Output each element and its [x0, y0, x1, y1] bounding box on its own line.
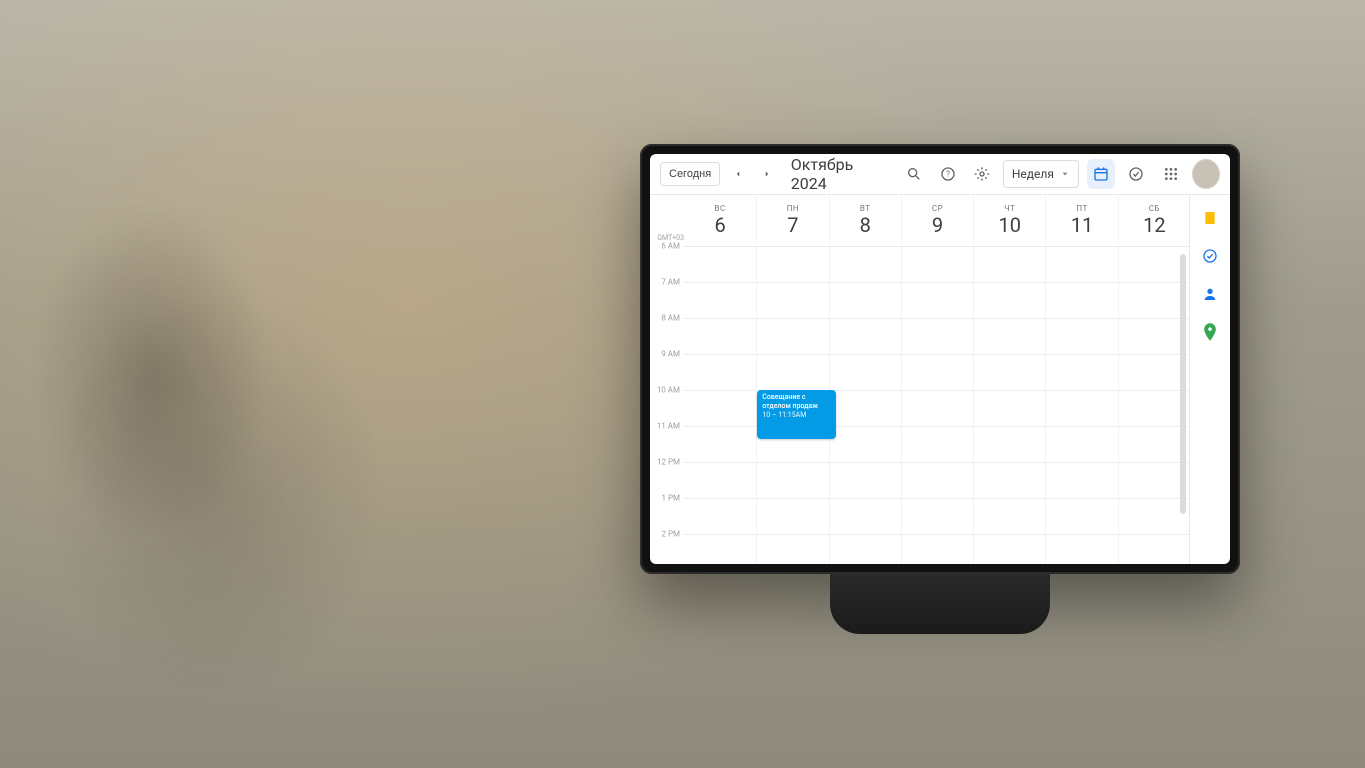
- hour-label: 6 AM: [650, 242, 680, 251]
- hour-row: 7 AM: [684, 282, 1190, 319]
- hour-label: 11 AM: [650, 422, 680, 431]
- tasks-panel-icon[interactable]: [1200, 246, 1220, 266]
- apps-launcher[interactable]: [1158, 160, 1184, 188]
- scrollbar[interactable]: [1180, 254, 1186, 514]
- day-number: 10: [999, 213, 1021, 237]
- event-time: 10 – 11:15AM: [762, 411, 830, 420]
- svg-text:?: ?: [946, 170, 950, 179]
- hour-row: 12 PM: [684, 462, 1190, 499]
- day-header-row: ВС6ПН7ВТ8СР9ЧТ10ПТ11СБ12: [684, 194, 1190, 247]
- chevron-left-icon: [733, 169, 743, 179]
- keep-icon[interactable]: [1200, 208, 1220, 228]
- hour-row: 1 PM: [684, 498, 1190, 535]
- event-title: Совещание с отделом продаж: [762, 393, 830, 411]
- search-button[interactable]: [901, 160, 927, 188]
- maps-icon[interactable]: [1200, 322, 1220, 342]
- view-selector[interactable]: Неделя: [1003, 160, 1079, 188]
- day-header[interactable]: ВС6: [684, 194, 756, 246]
- day-number: 12: [1143, 213, 1165, 237]
- month-title: Октябрь 2024: [791, 155, 886, 193]
- day-number: 7: [787, 213, 798, 237]
- day-header[interactable]: ПТ11: [1045, 194, 1117, 246]
- day-number: 8: [860, 213, 871, 237]
- chevron-right-icon: [762, 169, 772, 179]
- monitor-bezel: Сегодня Октябрь 2024 ?: [640, 144, 1240, 574]
- help-button[interactable]: ?: [935, 160, 961, 188]
- day-number: 9: [932, 213, 943, 237]
- chevron-down-icon: [1060, 169, 1070, 179]
- time-grid[interactable]: 6 AM7 AM8 AM9 AM10 AM11 AM12 PM1 PM2 PMС…: [684, 246, 1190, 564]
- settings-button[interactable]: [969, 160, 995, 188]
- view-selector-label: Неделя: [1012, 167, 1054, 181]
- hour-label: 10 AM: [650, 386, 680, 395]
- day-number: 11: [1071, 213, 1093, 237]
- tasks-app-chip[interactable]: [1123, 159, 1151, 189]
- tasks-icon: [1128, 166, 1144, 182]
- day-header[interactable]: ПН7: [756, 194, 828, 246]
- foreground-blur: [0, 68, 700, 768]
- day-header[interactable]: СР9: [901, 194, 973, 246]
- hour-label: 12 PM: [650, 458, 680, 467]
- day-header[interactable]: ВТ8: [829, 194, 901, 246]
- search-icon: [906, 166, 922, 182]
- hour-label: 7 AM: [650, 278, 680, 287]
- day-header[interactable]: СБ12: [1118, 194, 1190, 246]
- day-header[interactable]: ЧТ10: [973, 194, 1045, 246]
- apps-grid-icon: [1163, 166, 1179, 182]
- hour-label: 8 AM: [650, 314, 680, 323]
- day-of-week: ВС: [715, 204, 726, 213]
- day-of-week: СР: [932, 204, 943, 213]
- day-of-week: ПТ: [1076, 204, 1087, 213]
- account-avatar[interactable]: [1192, 159, 1220, 189]
- hour-label: 9 AM: [650, 350, 680, 359]
- side-panel: [1189, 194, 1230, 564]
- day-of-week: ПН: [787, 204, 799, 213]
- next-week-button[interactable]: [756, 163, 776, 185]
- help-icon: ?: [940, 166, 956, 182]
- gear-icon: [974, 166, 990, 182]
- today-button[interactable]: Сегодня: [660, 162, 720, 186]
- calendar-event[interactable]: Совещание с отделом продаж10 – 11:15AM: [757, 390, 835, 439]
- hour-label: 2 PM: [650, 530, 680, 539]
- hour-row: 8 AM: [684, 318, 1190, 355]
- toolbar: Сегодня Октябрь 2024 ?: [650, 154, 1230, 195]
- day-of-week: ЧТ: [1004, 204, 1015, 213]
- app-window: Сегодня Октябрь 2024 ?: [650, 154, 1230, 564]
- prev-week-button[interactable]: [728, 163, 748, 185]
- calendar-grid: GMT+03 ВС6ПН7ВТ8СР9ЧТ10ПТ11СБ12 6 AM7 AM…: [650, 194, 1190, 564]
- day-of-week: ВТ: [860, 204, 871, 213]
- calendar-icon: [1093, 166, 1109, 182]
- calendar-app-chip[interactable]: [1087, 159, 1115, 189]
- day-number: 6: [715, 213, 726, 237]
- hour-row: 9 AM: [684, 354, 1190, 391]
- hour-row: 6 AM: [684, 246, 1190, 283]
- scene: Сегодня Октябрь 2024 ?: [0, 0, 1365, 768]
- day-of-week: СБ: [1149, 204, 1160, 213]
- contacts-icon[interactable]: [1200, 284, 1220, 304]
- hour-label: 1 PM: [650, 494, 680, 503]
- hour-row: 2 PM: [684, 534, 1190, 564]
